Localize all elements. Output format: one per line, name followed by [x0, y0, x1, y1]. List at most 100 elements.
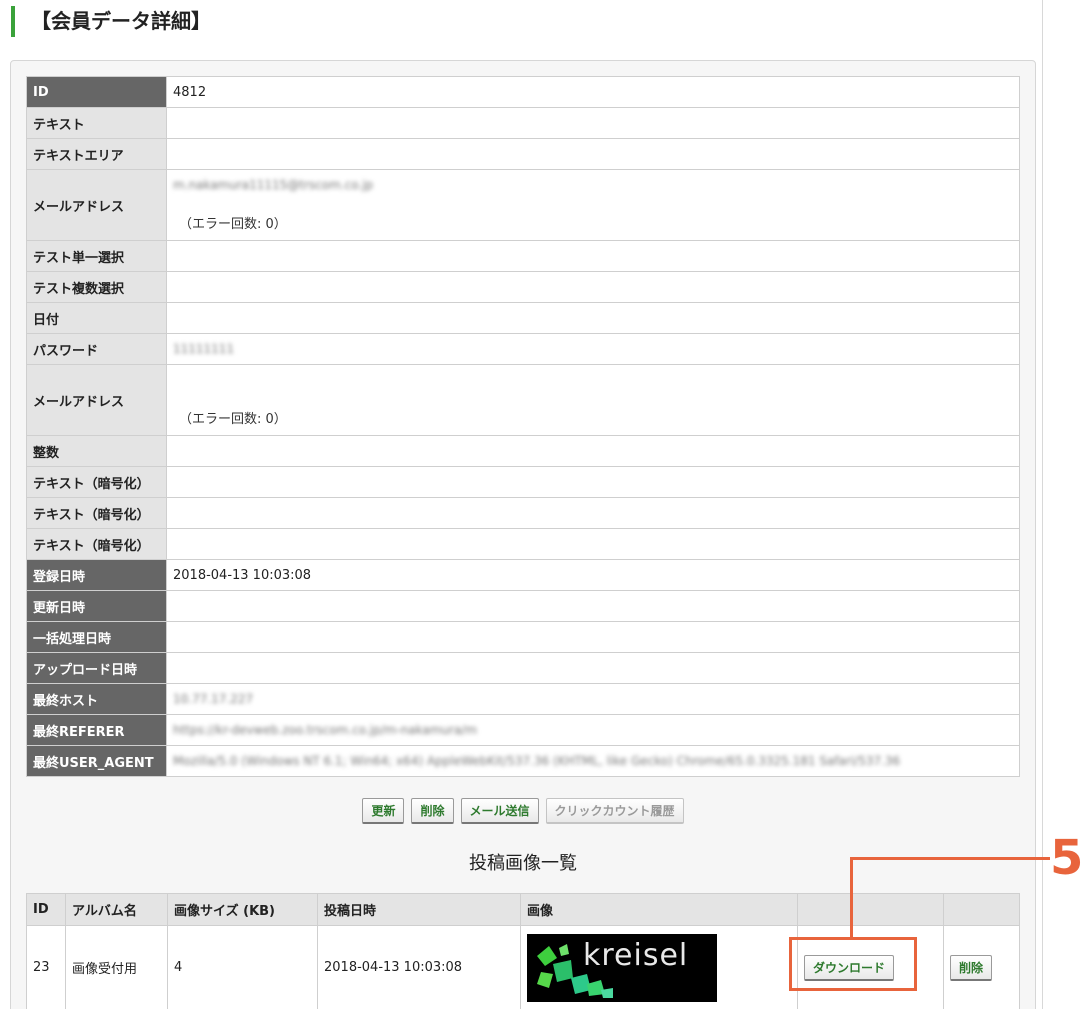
col-header-album: アルバム名 [65, 893, 168, 926]
table-row: テキストエリア [26, 138, 1020, 170]
posted-images-table: ID アルバム名 画像サイズ (KB) 投稿日時 画像 23 画像受付用 4 2… [26, 893, 1020, 1009]
email-value: m.nakamura11115@trscom.co.jp [173, 178, 374, 192]
user-agent-value: Mozilla/5.0 (Windows NT 6.1; Win64; x64)… [173, 753, 901, 768]
table-row: テキスト [26, 107, 1020, 139]
row-value [166, 138, 1020, 170]
row-value-registered: 2018-04-13 10:03:08 [166, 559, 1020, 591]
image-album: 画像受付用 [65, 925, 168, 1009]
row-label-batch: 一括処理日時 [26, 621, 167, 653]
download-cell: ダウンロード [797, 925, 944, 1009]
row-label-last-host: 最終ホスト [26, 683, 167, 715]
delete-image-button[interactable]: 削除 [950, 954, 993, 981]
row-value-password: 11111111 [166, 333, 1020, 365]
table-row: ID 4812 [26, 76, 1020, 108]
row-label: 日付 [26, 302, 167, 334]
action-buttons: 更新 削除 メール送信 クリックカウント履歴 [0, 798, 1046, 824]
row-value [166, 271, 1020, 303]
row-value-last-host: 10.77.17.227 [166, 683, 1020, 715]
referer-value: https://kr-devweb.zoo.trscom.co.jp/m-nak… [173, 722, 478, 737]
row-label-email: メールアドレス [26, 169, 167, 241]
table-row: メールアドレス m.nakamura11115@trscom.co.jp （エラ… [26, 169, 1020, 241]
download-button[interactable]: ダウンロード [804, 954, 895, 981]
member-detail-table: ID 4812 テキスト テキストエリア メールアドレス m.nakamura1… [26, 76, 1020, 777]
row-label-registered: 登録日時 [26, 559, 167, 591]
last-host-value: 10.77.17.227 [173, 691, 254, 706]
row-label: テキストエリア [26, 138, 167, 170]
row-value-id: 4812 [166, 76, 1020, 108]
row-value [166, 107, 1020, 139]
click-history-button: クリックカウント履歴 [545, 798, 684, 824]
table-row: テスト複数選択 [26, 271, 1020, 303]
table-row: 整数 [26, 435, 1020, 467]
table-row: 日付 [26, 302, 1020, 334]
page-title: 【会員データ詳細】 [11, 6, 211, 37]
row-value [166, 435, 1020, 467]
table-row: アップロード日時 [26, 652, 1020, 684]
update-button[interactable]: 更新 [362, 798, 405, 824]
row-value-batch [166, 621, 1020, 653]
row-label-referer: 最終REFERER [26, 714, 167, 746]
error-count: （エラー回数: 0） [179, 412, 287, 427]
delete-button[interactable]: 削除 [411, 798, 454, 824]
table-row: パスワード 11111111 [26, 333, 1020, 365]
row-label: テスト単一選択 [26, 240, 167, 272]
col-header-id: ID [26, 893, 66, 926]
row-value-email: m.nakamura11115@trscom.co.jp （エラー回数: 0） [166, 169, 1020, 241]
row-value [166, 466, 1020, 498]
delete-image-cell: 削除 [943, 925, 1020, 1009]
table-row: 23 画像受付用 4 2018-04-13 10:03:08 kreisel ダ… [26, 925, 1020, 1009]
row-label: テキスト（暗号化） [26, 466, 167, 498]
col-header-delete [943, 893, 1020, 926]
table-row: テキスト（暗号化） [26, 466, 1020, 498]
col-header-download [797, 893, 944, 926]
row-value [166, 497, 1020, 529]
row-value [166, 240, 1020, 272]
password-value: 11111111 [173, 341, 235, 356]
table-row: 更新日時 [26, 590, 1020, 622]
table-row: 登録日時 2018-04-13 10:03:08 [26, 559, 1020, 591]
table-header-row: ID アルバム名 画像サイズ (KB) 投稿日時 画像 [26, 893, 1020, 926]
row-label: 整数 [26, 435, 167, 467]
thumbnail-text: kreisel [583, 937, 689, 973]
row-label: テキスト [26, 107, 167, 139]
row-value-updated [166, 590, 1020, 622]
image-cell: kreisel [520, 925, 798, 1009]
row-value-user-agent: Mozilla/5.0 (Windows NT 6.1; Win64; x64)… [166, 745, 1020, 777]
row-value-upload [166, 652, 1020, 684]
error-count: （エラー回数: 0） [179, 217, 287, 232]
row-value-referer: https://kr-devweb.zoo.trscom.co.jp/m-nak… [166, 714, 1020, 746]
row-label: テスト複数選択 [26, 271, 167, 303]
images-section-title: 投稿画像一覧 [469, 853, 577, 874]
col-header-image: 画像 [520, 893, 798, 926]
table-row: 最終USER_AGENT Mozilla/5.0 (Windows NT 6.1… [26, 745, 1020, 777]
row-value [166, 302, 1020, 334]
table-row: テスト単一選択 [26, 240, 1020, 272]
row-label-password: パスワード [26, 333, 167, 365]
row-label-upload: アップロード日時 [26, 652, 167, 684]
row-label-updated: 更新日時 [26, 590, 167, 622]
annotation-callout-line-horizontal [850, 857, 1050, 860]
send-mail-button[interactable]: メール送信 [460, 798, 539, 824]
email-cell: （エラー回数: 0） [173, 371, 1013, 429]
image-size: 4 [167, 925, 318, 1009]
row-label-id: ID [26, 76, 167, 108]
image-id: 23 [26, 925, 66, 1009]
email-cell: m.nakamura11115@trscom.co.jp （エラー回数: 0） [173, 176, 1013, 234]
image-date: 2018-04-13 10:03:08 [317, 925, 521, 1009]
col-header-date: 投稿日時 [317, 893, 521, 926]
table-row: 一括処理日時 [26, 621, 1020, 653]
annotation-callout-line-vertical [850, 857, 853, 937]
row-label: テキスト（暗号化） [26, 497, 167, 529]
table-row: テキスト（暗号化） [26, 497, 1020, 529]
row-label-email: メールアドレス [26, 364, 167, 436]
annotation-step-number: 5 [1050, 830, 1084, 886]
col-header-size: 画像サイズ (KB) [167, 893, 318, 926]
table-row: メールアドレス （エラー回数: 0） [26, 364, 1020, 436]
table-row: テキスト（暗号化） [26, 528, 1020, 560]
image-thumbnail[interactable]: kreisel [527, 933, 717, 1002]
row-value [166, 528, 1020, 560]
table-row: 最終ホスト 10.77.17.227 [26, 683, 1020, 715]
table-row: 最終REFERER https://kr-devweb.zoo.trscom.c… [26, 714, 1020, 746]
row-label: テキスト（暗号化） [26, 528, 167, 560]
row-value-email: （エラー回数: 0） [166, 364, 1020, 436]
